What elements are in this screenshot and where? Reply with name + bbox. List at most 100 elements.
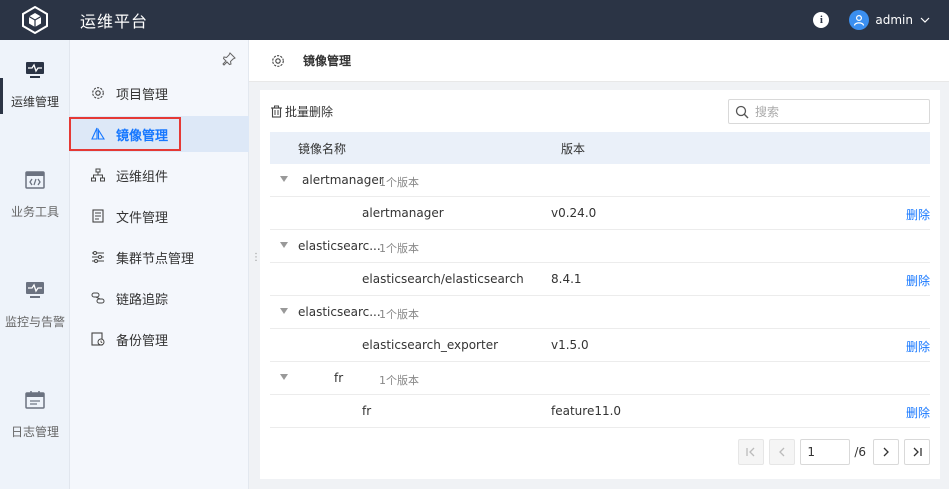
rail-item-monitoring[interactable]: 监控与告警 xyxy=(0,260,70,350)
delete-link[interactable]: 删除 xyxy=(906,206,930,223)
sliders-icon xyxy=(90,249,106,265)
image-version: v0.24.0 xyxy=(551,206,597,220)
resize-handle[interactable]: ⋮ xyxy=(251,253,261,270)
delete-link[interactable]: 删除 xyxy=(906,338,930,355)
menu-item-files[interactable]: 文件管理 xyxy=(70,198,249,234)
menu-item-images[interactable]: 镜像管理 xyxy=(69,116,249,152)
user-icon xyxy=(854,14,865,26)
rail-item-tools[interactable]: 业务工具 xyxy=(0,150,70,240)
rail-label: 运维管理 xyxy=(10,94,59,109)
first-page-button[interactable] xyxy=(738,439,765,465)
page-number-input[interactable]: 1 xyxy=(800,439,851,465)
search-box[interactable] xyxy=(728,99,930,124)
menu-item-components[interactable]: 运维组件 xyxy=(70,157,249,193)
group-name: elasticsearc... xyxy=(298,239,381,253)
table-row[interactable]: elasticsearch_exporter v1.5.0 删除 xyxy=(270,329,930,362)
menu-item-label: 备份管理 xyxy=(116,333,169,349)
search-icon xyxy=(735,105,749,118)
group-row[interactable]: elasticsearc... 1个版本 xyxy=(270,296,930,329)
menu-item-label: 项目管理 xyxy=(116,87,169,103)
table-row[interactable]: elasticsearch/elasticsearch 8.4.1 删除 xyxy=(270,263,930,296)
chevron-left-icon xyxy=(779,447,785,457)
document-icon xyxy=(90,208,106,224)
column-header-name[interactable]: 镜像名称 xyxy=(298,140,561,157)
menu-item-backup[interactable]: 备份管理 xyxy=(70,321,249,357)
image-version: v1.5.0 xyxy=(551,338,589,352)
backup-icon xyxy=(90,331,106,347)
group-name: elasticsearc... xyxy=(298,305,381,319)
group-row[interactable]: fr 1个版本 xyxy=(270,362,930,395)
app-logo[interactable] xyxy=(0,0,70,40)
calendar-log-icon xyxy=(25,390,45,409)
content-header: 镜像管理 xyxy=(249,40,949,82)
top-bar: 运维平台 i admin xyxy=(0,0,949,40)
image-name: fr xyxy=(362,404,372,418)
hierarchy-icon xyxy=(90,167,106,183)
column-header-version[interactable]: 版本 xyxy=(561,140,585,157)
chevron-right-icon xyxy=(883,447,889,457)
version-count: 1个版本 xyxy=(379,242,419,255)
image-version: feature11.0 xyxy=(551,404,622,418)
group-row[interactable]: elasticsearc... 1个版本 xyxy=(270,230,930,263)
table-row[interactable]: alertmanager v0.24.0 删除 xyxy=(270,197,930,230)
menu-item-projects[interactable]: 项目管理 xyxy=(70,75,249,111)
rail-item-ops[interactable]: 运维管理 xyxy=(0,40,70,130)
prev-page-button[interactable] xyxy=(769,439,796,465)
menu-item-cluster-nodes[interactable]: 集群节点管理 xyxy=(70,239,249,275)
user-avatar[interactable] xyxy=(849,10,870,30)
search-input[interactable] xyxy=(755,104,915,119)
version-count: 1个版本 xyxy=(379,308,419,321)
last-page-button[interactable] xyxy=(904,439,930,465)
highlight-box xyxy=(69,117,181,151)
cube-logo-icon xyxy=(22,6,48,34)
secondary-menu: 项目管理 镜像管理 运维组件 文件管理 集群节点管理 链路追踪 备份管理 xyxy=(69,40,249,489)
group-name: alertmanager xyxy=(302,173,384,187)
chevron-down-icon[interactable] xyxy=(919,14,931,26)
rail-item-logs[interactable]: 日志管理 xyxy=(0,370,70,460)
monitor-alert-icon xyxy=(26,281,44,298)
rail-label: 业务工具 xyxy=(10,204,59,219)
image-version: 8.4.1 xyxy=(551,272,582,286)
gear-icon xyxy=(90,85,106,101)
delete-link[interactable]: 删除 xyxy=(906,404,930,421)
version-count: 1个版本 xyxy=(379,176,419,189)
page-total: /6 xyxy=(854,445,866,459)
rail-label: 监控与告警 xyxy=(4,314,65,329)
table-header: 镜像名称 版本 xyxy=(270,132,930,164)
first-page-icon xyxy=(746,447,755,457)
delete-link[interactable]: 删除 xyxy=(906,272,930,289)
version-count: 1个版本 xyxy=(379,374,419,387)
pin-icon[interactable] xyxy=(222,52,236,66)
code-window-icon xyxy=(25,170,45,189)
menu-item-label: 链路追踪 xyxy=(116,292,169,308)
info-icon[interactable]: i xyxy=(813,12,830,28)
group-row[interactable]: alertmanager 1个版本 xyxy=(270,164,930,197)
page-title: 镜像管理 xyxy=(303,54,352,68)
collapse-caret-icon[interactable] xyxy=(280,308,288,314)
menu-item-label: 运维组件 xyxy=(116,169,169,185)
collapse-caret-icon[interactable] xyxy=(280,176,288,182)
app-title: 运维平台 xyxy=(80,12,149,31)
user-name[interactable]: admin xyxy=(875,13,913,27)
table-row[interactable]: fr feature11.0 删除 xyxy=(270,395,930,428)
monitor-pulse-icon xyxy=(26,61,44,78)
group-name: fr xyxy=(334,371,344,385)
collapse-caret-icon[interactable] xyxy=(280,374,288,380)
trash-icon xyxy=(271,105,282,118)
primary-nav-rail: 运维管理 业务工具 监控与告警 日志管理 xyxy=(0,40,70,489)
last-page-icon xyxy=(913,447,922,457)
image-name: alertmanager xyxy=(362,206,444,220)
collapse-caret-icon[interactable] xyxy=(280,242,288,248)
images-table: 镜像名称 版本 alertmanager 1个版本 alertmanager v… xyxy=(270,132,930,428)
image-name: elasticsearch_exporter xyxy=(362,338,499,352)
batch-delete-button[interactable]: 批量删除 xyxy=(270,98,333,124)
menu-item-tracing[interactable]: 链路追踪 xyxy=(70,280,249,316)
next-page-button[interactable] xyxy=(873,439,899,465)
gear-icon xyxy=(272,54,284,67)
main-panel: 批量删除 镜像名称 版本 alertmanager 1个版本 alertmana… xyxy=(260,90,940,479)
pagination: 1 /6 xyxy=(733,439,930,465)
menu-item-label: 集群节点管理 xyxy=(116,251,195,267)
batch-delete-label: 批量删除 xyxy=(285,104,334,119)
image-name: elasticsearch/elasticsearch xyxy=(362,272,524,286)
rail-label: 日志管理 xyxy=(10,424,59,439)
